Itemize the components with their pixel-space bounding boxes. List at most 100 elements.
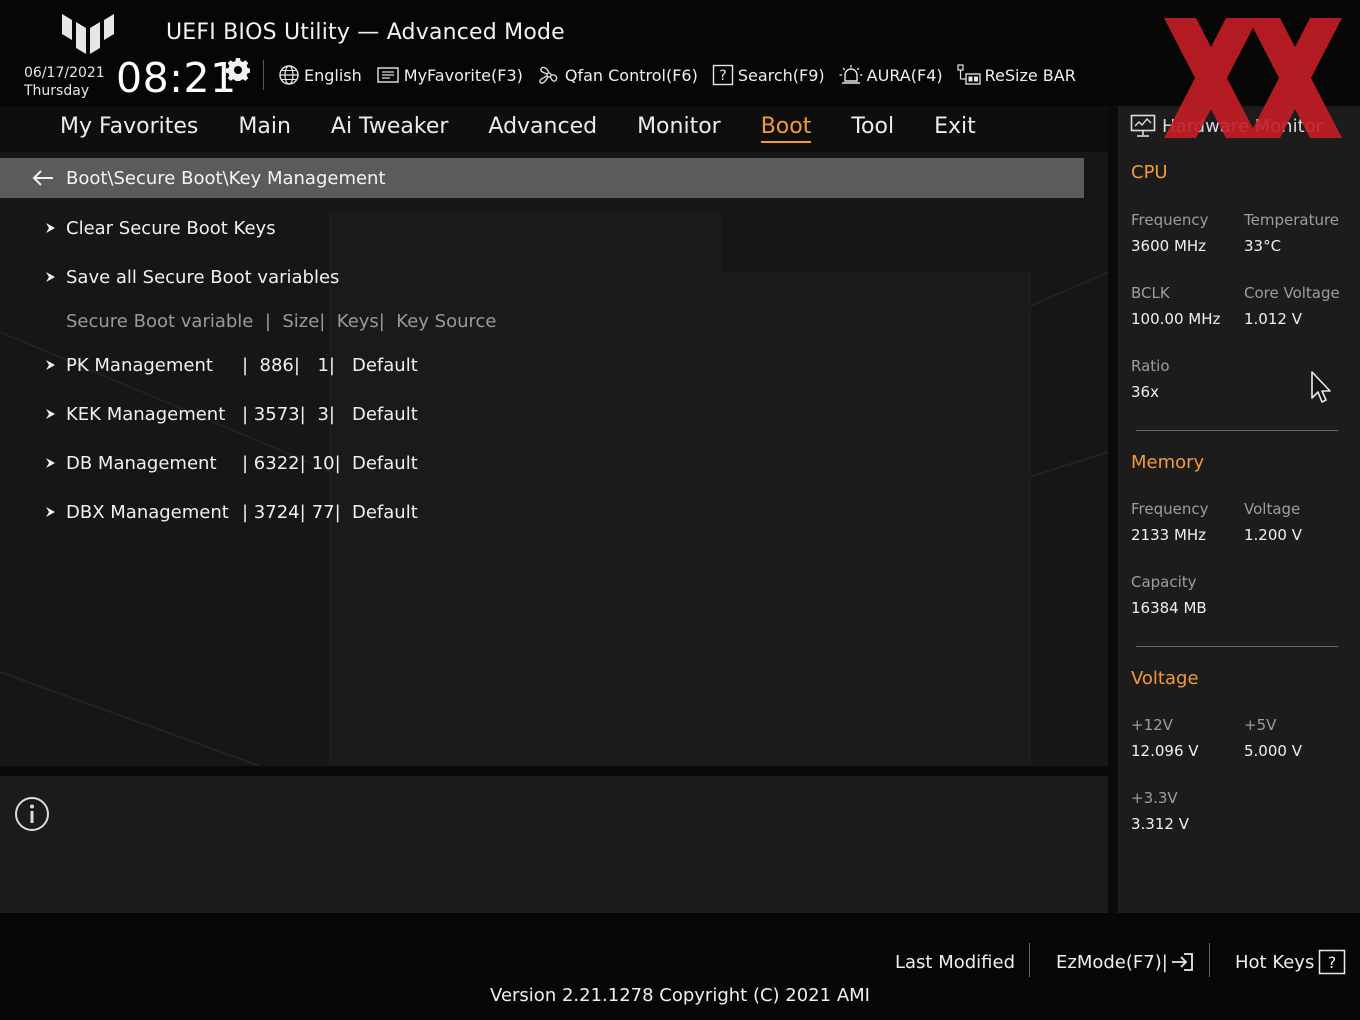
row-source: Default bbox=[352, 452, 418, 474]
breadcrumb-path: Boot\Secure Boot\Key Management bbox=[66, 167, 386, 189]
gear-icon[interactable] bbox=[226, 57, 250, 81]
row-name: DB Management bbox=[66, 452, 217, 474]
chevron-right-icon bbox=[46, 360, 55, 370]
section-divider bbox=[1136, 646, 1338, 647]
row-name: PK Management bbox=[66, 354, 213, 376]
table-header: Secure Boot variable | Size| Keys| Key S… bbox=[66, 306, 496, 336]
resize-bar-icon bbox=[957, 64, 981, 85]
row-size: | 3573| bbox=[242, 403, 306, 425]
memory-voltage-label: Voltage bbox=[1244, 500, 1301, 518]
main-panel: Boot\Secure Boot\Key Management Clear Se… bbox=[0, 152, 1108, 766]
language-button[interactable]: English bbox=[278, 60, 362, 90]
aura-light-icon bbox=[839, 65, 863, 84]
ezmode-label: EzMode(F7)| bbox=[1056, 951, 1168, 973]
main-menu-bar: My Favorites Main Ai Tweaker Advanced Mo… bbox=[0, 106, 1108, 152]
clear-secure-boot-keys-item[interactable]: Clear Secure Boot Keys bbox=[44, 213, 276, 243]
date-display: 06/17/2021 bbox=[24, 65, 105, 81]
aura-button[interactable]: AURA(F4) bbox=[839, 60, 943, 90]
svg-text:?: ? bbox=[719, 68, 726, 84]
db-management-row[interactable]: DB Management | 6322| 10| Default bbox=[44, 448, 418, 478]
globe-icon bbox=[279, 65, 299, 85]
row-keys: 3| bbox=[306, 403, 335, 425]
last-modified-label: Last Modified bbox=[895, 951, 1016, 973]
search-button[interactable]: ? Search(F9) bbox=[712, 60, 825, 90]
breadcrumb: Boot\Secure Boot\Key Management bbox=[0, 158, 1084, 198]
row-name: DBX Management bbox=[66, 501, 229, 523]
myfavorite-label: MyFavorite(F3) bbox=[403, 65, 523, 85]
tab-tool[interactable]: Tool bbox=[831, 106, 914, 152]
v33-label: +3.3V bbox=[1131, 789, 1178, 807]
row-keys: 1| bbox=[306, 354, 335, 376]
memory-frequency-label: Frequency bbox=[1131, 500, 1209, 518]
row-keys: 10| bbox=[306, 452, 341, 474]
hardware-monitor-header: Hardware Monitor bbox=[1118, 106, 1360, 146]
tab-boot[interactable]: Boot bbox=[741, 106, 832, 152]
tab-advanced[interactable]: Advanced bbox=[468, 106, 617, 152]
clock-display: 08:21 bbox=[116, 54, 237, 102]
row-source: Default bbox=[352, 501, 418, 523]
ezmode-button[interactable]: EzMode(F7)| bbox=[1056, 947, 1196, 977]
svg-text:?: ? bbox=[1328, 953, 1337, 972]
bclk-value: 100.00 MHz bbox=[1131, 310, 1221, 328]
tab-my-favorites[interactable]: My Favorites bbox=[40, 106, 218, 152]
toolbar: English MyFavorite(F3) Qfan Control(F6) bbox=[278, 60, 1090, 90]
cpu-section-title: CPU bbox=[1131, 162, 1168, 183]
search-label: Search(F9) bbox=[737, 65, 825, 85]
v12-label: +12V bbox=[1131, 716, 1173, 734]
dbx-management-row[interactable]: DBX Management | 3724| 77| Default bbox=[44, 497, 418, 527]
cpu-frequency-value: 3600 MHz bbox=[1131, 237, 1207, 255]
resize-bar-label: ReSize BAR bbox=[984, 65, 1076, 85]
chevron-right-icon bbox=[46, 458, 55, 468]
row-keys: 77| bbox=[306, 501, 341, 523]
favorite-list-icon bbox=[377, 67, 399, 83]
item-label: Clear Secure Boot Keys bbox=[66, 217, 276, 239]
menu-tabs: My Favorites Main Ai Tweaker Advanced Mo… bbox=[40, 106, 996, 152]
core-voltage-label: Core Voltage bbox=[1244, 284, 1340, 302]
v5-label: +5V bbox=[1244, 716, 1277, 734]
kek-management-row[interactable]: KEK Management | 3573| 3| Default bbox=[44, 399, 418, 429]
resize-bar-button[interactable]: ReSize BAR bbox=[957, 60, 1076, 90]
footer-divider bbox=[1209, 943, 1210, 977]
table-header-text: Secure Boot variable | Size| Keys| Key S… bbox=[66, 310, 497, 332]
chevron-right-icon bbox=[46, 409, 55, 419]
weekday-display: Thursday bbox=[24, 83, 90, 99]
chevron-right-icon bbox=[46, 507, 55, 517]
v12-value: 12.096 V bbox=[1131, 742, 1199, 760]
tuf-logo-icon bbox=[62, 14, 114, 54]
qfan-control-button[interactable]: Qfan Control(F6) bbox=[537, 60, 698, 90]
memory-voltage-value: 1.200 V bbox=[1244, 526, 1302, 544]
row-size: | 886| bbox=[242, 354, 300, 376]
app-title: UEFI BIOS Utility — Advanced Mode bbox=[166, 20, 565, 45]
aura-label: AURA(F4) bbox=[866, 65, 943, 85]
help-panel bbox=[0, 776, 1108, 913]
cpu-frequency-label: Frequency bbox=[1131, 211, 1209, 229]
qfan-control-label: Qfan Control(F6) bbox=[564, 65, 698, 85]
monitor-icon bbox=[1130, 114, 1156, 137]
capacity-value: 16384 MB bbox=[1131, 599, 1207, 617]
version-text: Version 2.21.1278 Copyright (C) 2021 AMI bbox=[490, 985, 870, 1006]
hot-keys-button[interactable]: Hot Keys ? bbox=[1235, 947, 1346, 977]
v5-value: 5.000 V bbox=[1244, 742, 1302, 760]
fan-icon bbox=[539, 66, 558, 84]
language-label: English bbox=[304, 65, 362, 85]
question-box-icon: ? bbox=[1319, 949, 1346, 975]
tab-monitor[interactable]: Monitor bbox=[617, 106, 741, 152]
myfavorite-button[interactable]: MyFavorite(F3) bbox=[376, 60, 523, 90]
v33-value: 3.312 V bbox=[1131, 815, 1189, 833]
back-arrow-icon[interactable] bbox=[32, 169, 54, 187]
capacity-label: Capacity bbox=[1131, 573, 1197, 591]
save-secure-boot-variables-item[interactable]: Save all Secure Boot variables bbox=[44, 262, 339, 292]
section-divider bbox=[1136, 430, 1338, 431]
tab-exit[interactable]: Exit bbox=[914, 106, 996, 152]
hardware-monitor-panel: Hardware Monitor CPU Frequency Temperatu… bbox=[1118, 106, 1360, 913]
item-label: Save all Secure Boot variables bbox=[66, 266, 340, 288]
tab-ai-tweaker[interactable]: Ai Tweaker bbox=[311, 106, 469, 152]
bclk-label: BCLK bbox=[1131, 284, 1170, 302]
tab-main[interactable]: Main bbox=[218, 106, 311, 152]
exit-arrow-icon bbox=[1171, 953, 1193, 971]
last-modified-button[interactable]: Last Modified bbox=[895, 947, 1015, 977]
cpu-temperature-value: 33°C bbox=[1244, 237, 1282, 255]
memory-section-title: Memory bbox=[1131, 452, 1205, 473]
pk-management-row[interactable]: PK Management | 886| 1| Default bbox=[44, 350, 418, 380]
footer-bar: Last Modified EzMode(F7)| Hot Keys ? Ver… bbox=[0, 913, 1360, 1020]
